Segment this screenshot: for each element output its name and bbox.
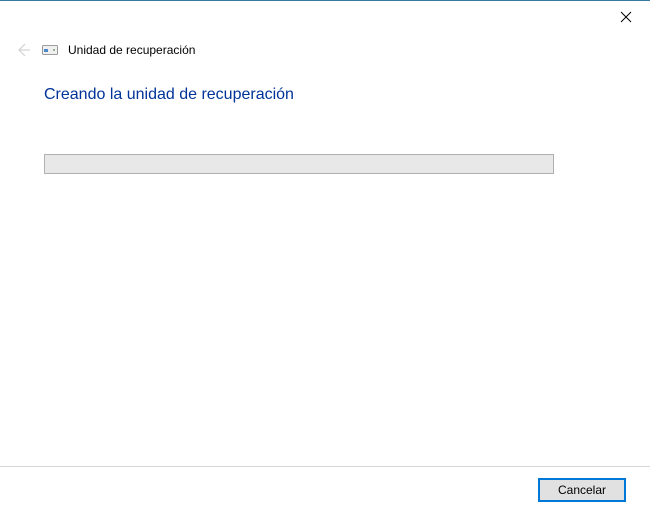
- footer: Cancelar: [0, 466, 650, 512]
- close-icon: [620, 11, 632, 23]
- back-button: [14, 41, 32, 59]
- drive-icon: [42, 44, 58, 56]
- content-area: Creando la unidad de recuperación: [44, 86, 606, 174]
- wizard-title: Unidad de recuperación: [68, 43, 195, 57]
- cancel-button[interactable]: Cancelar: [538, 478, 626, 502]
- back-arrow-icon: [15, 42, 31, 58]
- wizard-window: Unidad de recuperación Creando la unidad…: [0, 0, 650, 512]
- close-button[interactable]: [614, 5, 638, 29]
- progress-bar: [44, 154, 554, 174]
- page-heading: Creando la unidad de recuperación: [44, 86, 606, 104]
- header-row: Unidad de recuperación: [14, 41, 195, 59]
